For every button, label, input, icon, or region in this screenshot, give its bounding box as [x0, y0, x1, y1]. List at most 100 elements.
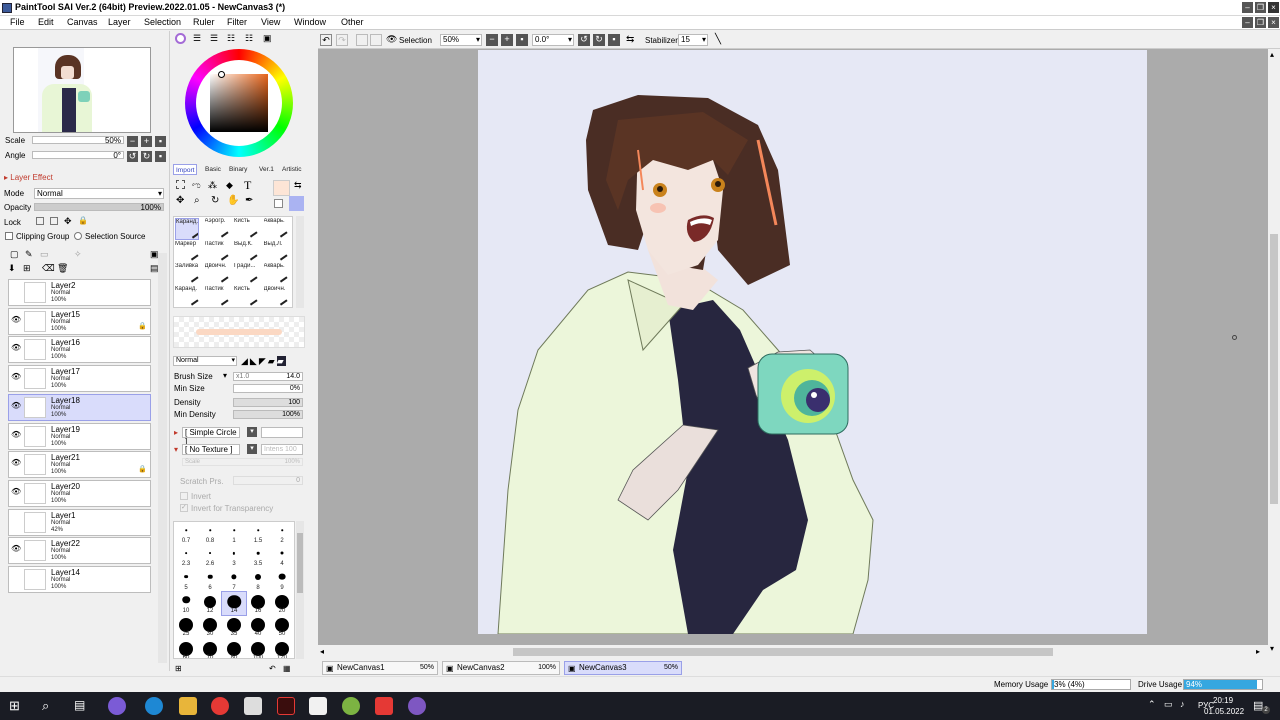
- doc-close-button[interactable]: ×: [1268, 17, 1279, 28]
- brush-size-cell[interactable]: 120: [270, 639, 294, 658]
- brush-size-cell[interactable]: 3: [222, 545, 246, 568]
- tab-newcanvas3[interactable]: ▣ NewCanvas3 50%: [564, 661, 682, 675]
- horizontal-scrollbar[interactable]: ◂ ▸: [318, 646, 1268, 658]
- min-density-slider[interactable]: 100%: [233, 410, 303, 419]
- layer-row[interactable]: 👁 Layer22 Normal 100%: [8, 537, 151, 565]
- color-cursor[interactable]: [218, 71, 225, 78]
- paint-tool-sai-icon[interactable]: [244, 697, 262, 715]
- brush-size-cell[interactable]: 25: [174, 615, 198, 638]
- vertical-scrollbar[interactable]: ▴ ▾: [1268, 49, 1280, 659]
- eye-icon[interactable]: 👁: [11, 487, 21, 496]
- menu-other[interactable]: Other: [341, 17, 364, 27]
- brush-size-cell[interactable]: 20: [270, 592, 294, 615]
- brush-size-cell[interactable]: 70: [198, 639, 222, 658]
- zoom-select[interactable]: 50% ▾: [440, 34, 482, 46]
- size-grid-settings-icon[interactable]: ⊞: [175, 664, 182, 673]
- brush-shape-icons[interactable]: ◢◣◤▰▰: [241, 356, 303, 366]
- eyedropper-icon[interactable]: ✒: [245, 195, 253, 206]
- menu-edit[interactable]: Edit: [38, 17, 54, 27]
- brush-slot[interactable]: Ластик: [205, 286, 229, 308]
- move-icon[interactable]: ✥: [176, 195, 184, 206]
- toolbar-zoom-in-button[interactable]: +: [501, 34, 513, 46]
- lock-all-icon[interactable]: 🔒: [78, 216, 88, 225]
- shape-strength-field[interactable]: [261, 427, 303, 438]
- lasso-icon[interactable]: ಌ: [192, 180, 201, 191]
- color-wheel-mode-icon[interactable]: [175, 33, 186, 44]
- texture-dropdown-button[interactable]: ▾: [247, 444, 257, 454]
- brush-slot[interactable]: Выд.Л.: [264, 241, 288, 263]
- lock-paint-checkbox[interactable]: [50, 217, 58, 225]
- scroll-down-icon[interactable]: ▾: [1270, 644, 1274, 653]
- brush-size-cell[interactable]: 2.3: [174, 545, 198, 568]
- trash-icon[interactable]: 🗑: [57, 263, 68, 274]
- new-pen-layer-icon[interactable]: ✎: [25, 249, 33, 260]
- store-icon[interactable]: [309, 697, 327, 715]
- layer-row[interactable]: 👁 Layer19 Normal 100%: [8, 422, 151, 450]
- minimize-button[interactable]: –: [1242, 2, 1253, 13]
- merge-layer-icon[interactable]: ⊞: [23, 263, 31, 274]
- layer-row[interactable]: Layer14 Normal 100%: [8, 566, 151, 593]
- brush-size-slider[interactable]: x1.0 14.0: [233, 372, 303, 381]
- maximize-button[interactable]: ❐: [1255, 2, 1266, 13]
- lock-move-icon[interactable]: ✥: [64, 216, 72, 227]
- yandex-browser-icon[interactable]: [211, 697, 229, 715]
- clipping-group-checkbox[interactable]: [5, 232, 13, 240]
- brush-size-cell[interactable]: 2.6: [198, 545, 222, 568]
- angle-slider[interactable]: 0°: [32, 151, 124, 160]
- zoom-icon[interactable]: ⌕: [194, 195, 200, 206]
- brush-size-cell[interactable]: 7: [222, 569, 246, 592]
- secondary-color-swatch[interactable]: [289, 196, 304, 211]
- hand-icon[interactable]: ✋: [227, 195, 239, 206]
- brush-size-cell[interactable]: 80: [222, 639, 246, 658]
- tab-newcanvas1[interactable]: ▣ NewCanvas1 50%: [322, 661, 438, 675]
- tab-binary[interactable]: Binary: [227, 164, 249, 175]
- brush-size-cell[interactable]: 0.7: [174, 522, 198, 545]
- texture-scale-slider[interactable]: Scale 100%: [182, 458, 303, 466]
- toolbar-rotate-right-button[interactable]: ↻: [593, 34, 605, 46]
- deselect-button[interactable]: [356, 34, 368, 46]
- brush-size-cell[interactable]: 35: [222, 615, 246, 638]
- tab-import[interactable]: Import: [173, 164, 198, 175]
- brush-size-cell[interactable]: 1.5: [246, 522, 270, 545]
- rgb-slider-icon[interactable]: ☰: [193, 33, 201, 44]
- layer-row[interactable]: 👁 Layer18 Normal 100%: [8, 393, 151, 421]
- size-grid-scrollbar[interactable]: [296, 521, 304, 659]
- rotate-icon[interactable]: ↻: [211, 195, 219, 206]
- shape-dropdown-button[interactable]: ▾: [247, 427, 257, 437]
- tab-basic[interactable]: Basic: [203, 164, 223, 175]
- brush-slot[interactable]: Каранд.: [175, 218, 199, 240]
- eye-icon[interactable]: 👁: [11, 459, 21, 467]
- menu-view[interactable]: View: [261, 17, 280, 27]
- scale-slider[interactable]: 50%: [32, 136, 124, 145]
- brush-slot[interactable]: Маркер: [175, 241, 199, 263]
- redo-button[interactable]: ↷: [336, 34, 348, 46]
- menu-file[interactable]: File: [10, 17, 25, 27]
- menu-ruler[interactable]: Ruler: [193, 17, 215, 27]
- brush-size-cell[interactable]: 9: [270, 569, 294, 592]
- eye-icon[interactable]: 👁: [11, 315, 21, 324]
- selection-source-radio[interactable]: [74, 232, 82, 240]
- toolbar-zoom-out-button[interactable]: −: [486, 34, 498, 46]
- edge-icon[interactable]: [145, 697, 163, 715]
- primary-color-swatch[interactable]: [273, 180, 290, 196]
- layer-effect-icon[interactable]: ✧: [74, 249, 82, 260]
- brush-size-cell[interactable]: 8: [246, 569, 270, 592]
- undo-icon[interactable]: ↶: [269, 664, 276, 673]
- search-icon[interactable]: ⌕: [42, 698, 49, 714]
- eye-icon[interactable]: [11, 574, 21, 582]
- tab-newcanvas2[interactable]: ▣ NewCanvas2 100%: [442, 661, 560, 675]
- toolbar-zoom-reset-button[interactable]: ▪: [516, 34, 528, 46]
- rect-select-icon[interactable]: [176, 180, 185, 189]
- layer-row[interactable]: 👁 Layer21 Normal 100% 🔒: [8, 451, 151, 479]
- eye-icon[interactable]: 👁: [11, 401, 21, 410]
- app-icon-1[interactable]: [108, 697, 126, 715]
- palette-icon[interactable]: ☷: [245, 33, 253, 44]
- brush-size-cell[interactable]: 14: [221, 590, 247, 616]
- discord-icon[interactable]: [408, 697, 426, 715]
- brush-slot[interactable]: Акварь.: [264, 263, 288, 285]
- blend-mode-select[interactable]: Normal ▾: [173, 356, 237, 366]
- mode-select[interactable]: Normal ▾: [34, 188, 164, 199]
- rotate-left-button[interactable]: ↺: [127, 151, 138, 162]
- brush-slot[interactable]: Двоичн.: [264, 286, 288, 308]
- brush-size-cell[interactable]: 16: [246, 592, 270, 615]
